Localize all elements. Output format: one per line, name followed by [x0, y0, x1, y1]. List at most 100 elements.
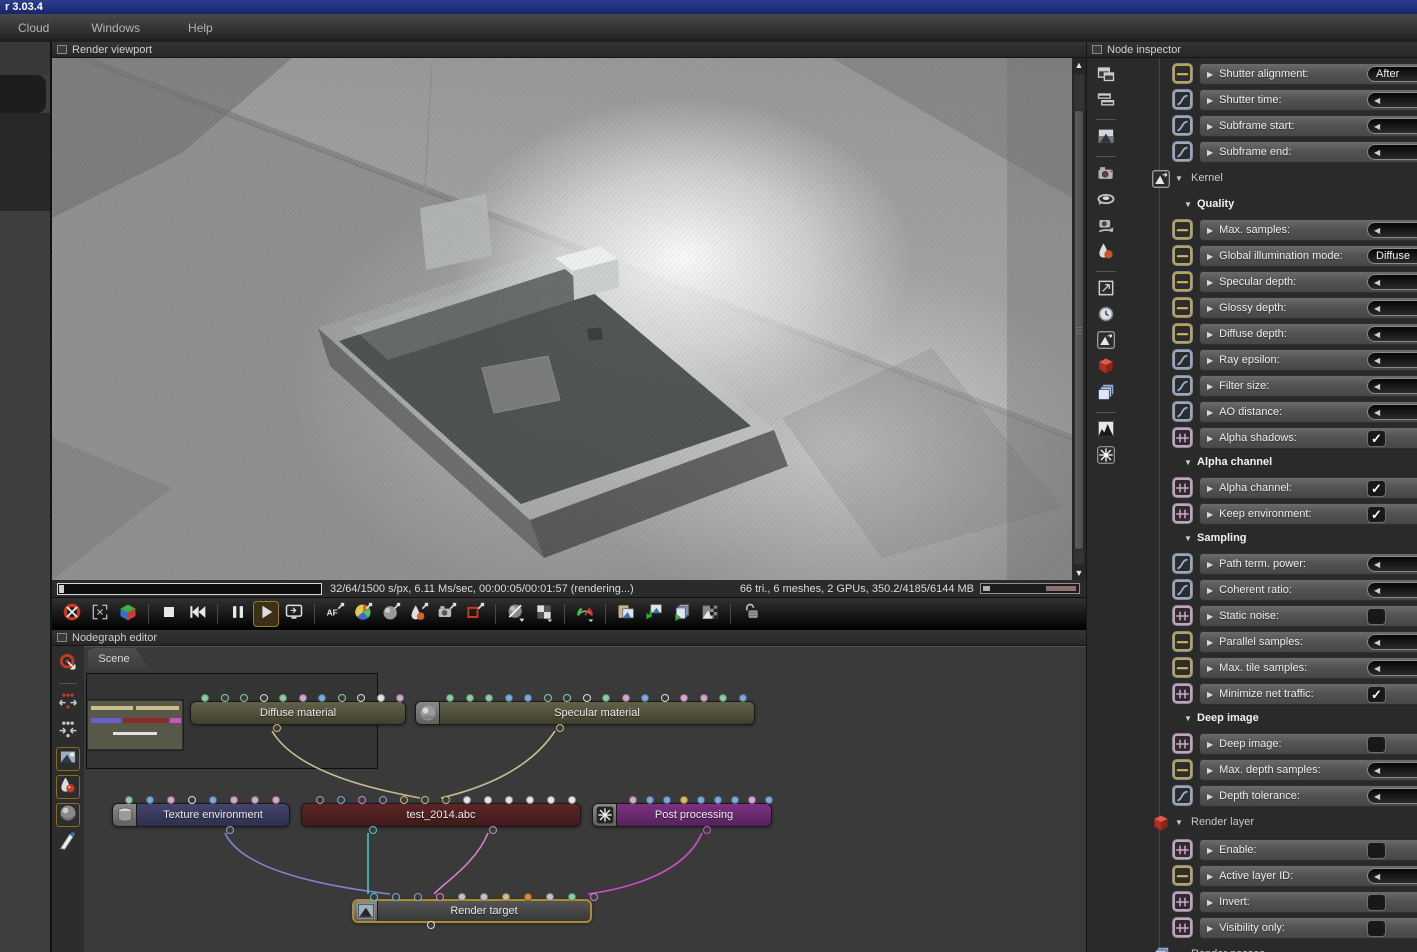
refresh-viewport-button[interactable] — [281, 601, 307, 627]
value-checkbox[interactable] — [1367, 608, 1386, 625]
node-input-pin[interactable] — [568, 796, 576, 804]
dock-icon[interactable] — [57, 633, 67, 642]
node-input-pin[interactable] — [316, 796, 324, 804]
node-output-pin[interactable] — [489, 826, 497, 834]
geometry-preview-button[interactable] — [115, 601, 141, 627]
value-dropdown[interactable]: Diffuse — [1367, 248, 1417, 264]
slider-decrement-icon[interactable]: ◀ — [1374, 96, 1380, 105]
render-target-node[interactable]: Render target — [352, 893, 598, 929]
white-balance-picker-button[interactable] — [350, 601, 376, 627]
param-bar[interactable]: ▶ Path term. power: ◀ — [1199, 553, 1417, 575]
int-type-icon[interactable] — [1173, 220, 1192, 239]
node-input-pin[interactable] — [731, 796, 739, 804]
node-input-pin[interactable] — [370, 893, 378, 901]
node-input-pin[interactable] — [660, 694, 669, 702]
node-input-pin[interactable] — [318, 694, 326, 702]
node-input-pin[interactable] — [358, 796, 366, 804]
menu-item-cloud[interactable]: Cloud — [8, 18, 59, 38]
param-bar[interactable]: ▶ Max. tile samples: ◀ — [1199, 657, 1417, 679]
value-checkbox[interactable] — [1367, 920, 1386, 937]
expander-icon[interactable]: ▶ — [1207, 252, 1213, 261]
save-render-passes-button[interactable] — [669, 601, 695, 627]
param-bar[interactable]: ▶ Subframe end: ◀ — [1199, 141, 1417, 163]
scrollbar-thumb[interactable] — [1074, 110, 1084, 550]
node-input-pin[interactable] — [146, 796, 154, 804]
slider-decrement-icon[interactable]: ◀ — [1374, 226, 1380, 235]
value-slider[interactable]: ◀ — [1367, 92, 1417, 108]
node-input-pin[interactable] — [392, 893, 400, 901]
node-input-pin[interactable] — [220, 694, 229, 702]
param-bar[interactable]: ▶ Alpha shadows: ✓ — [1199, 427, 1417, 449]
expander-icon[interactable]: ▶ — [1207, 148, 1213, 157]
node-input-pin[interactable] — [485, 694, 493, 702]
expander-icon[interactable]: ▶ — [1207, 70, 1213, 79]
param-bar[interactable]: ▶ Keep environment: ✓ — [1199, 503, 1417, 525]
expander-icon[interactable]: ▶ — [1207, 872, 1213, 881]
bool-type-icon[interactable] — [1173, 734, 1192, 753]
material-picker-button[interactable] — [378, 601, 404, 627]
expander-icon[interactable]: ▶ — [1207, 356, 1213, 365]
value-dropdown[interactable]: After — [1367, 66, 1417, 82]
node-input-pin[interactable] — [272, 796, 280, 804]
expander-icon[interactable]: ▶ — [1207, 434, 1213, 443]
slider-decrement-icon[interactable]: ◀ — [1374, 586, 1380, 595]
alpha-background-toggle-button[interactable] — [531, 601, 557, 627]
nodegraph-panel-header[interactable]: Nodegraph editor — [52, 630, 1086, 646]
int-type-icon[interactable] — [1173, 760, 1192, 779]
expander-icon[interactable]: ▶ — [1207, 510, 1213, 519]
cancel-render-button[interactable] — [59, 601, 85, 627]
value-slider[interactable]: ◀ — [1367, 326, 1417, 342]
menu-item-help[interactable]: Help — [178, 18, 223, 38]
param-bar[interactable]: ▶ Coherent ratio: ◀ — [1199, 579, 1417, 601]
node-input-pin[interactable] — [646, 796, 654, 804]
stop-render-button[interactable] — [156, 601, 182, 627]
section-render-layer[interactable]: ▼ Render layer — [1087, 809, 1417, 837]
value-slider[interactable]: ◀ — [1367, 118, 1417, 134]
param-bar[interactable]: ▶ Global illumination mode: Diffuse — [1199, 245, 1417, 267]
value-checkbox[interactable]: ✓ — [1367, 686, 1386, 703]
node-input-pin[interactable] — [719, 694, 727, 702]
collapse-arrow-icon[interactable]: ▼ — [1184, 534, 1192, 543]
render-viewport[interactable] — [52, 58, 1072, 580]
slider-decrement-icon[interactable]: ◀ — [1374, 664, 1380, 673]
expander-icon[interactable]: ▶ — [1207, 226, 1213, 235]
node-input-pin[interactable] — [524, 694, 532, 702]
node-input-pin[interactable] — [680, 796, 688, 804]
float-type-icon[interactable] — [1173, 350, 1192, 369]
node-input-pin[interactable] — [201, 694, 209, 702]
node-input-pin[interactable] — [396, 694, 404, 702]
expander-icon[interactable]: ▶ — [1207, 122, 1213, 131]
node-input-pin[interactable] — [582, 694, 591, 702]
section-render-passes[interactable]: ▼Render passes — [1087, 941, 1417, 952]
expander-icon[interactable]: ▶ — [1207, 484, 1213, 493]
collapse-nodes-button[interactable] — [56, 719, 80, 743]
value-slider[interactable]: ◀ — [1367, 274, 1417, 290]
node-input-pin[interactable] — [458, 893, 466, 901]
int-type-icon[interactable] — [1173, 324, 1192, 343]
int-type-icon[interactable] — [1173, 246, 1192, 265]
node-input-pin[interactable] — [230, 796, 238, 804]
value-slider[interactable]: ◀ — [1367, 144, 1417, 160]
param-bar[interactable]: ▶ Active layer ID: ◀ — [1199, 865, 1417, 887]
param-bar[interactable]: ▶ Ray epsilon: ◀ — [1199, 349, 1417, 371]
param-bar[interactable]: ▶ Shutter alignment: After — [1199, 63, 1417, 85]
node-input-pin[interactable] — [680, 694, 688, 702]
param-bar[interactable]: ▶ Specular depth: ◀ — [1199, 271, 1417, 293]
float-type-icon[interactable] — [1173, 116, 1192, 135]
node-input-pin[interactable] — [563, 694, 571, 702]
node-input-pin[interactable] — [505, 796, 513, 804]
expander-icon[interactable]: ▶ — [1207, 96, 1213, 105]
nav-target-button[interactable] — [56, 652, 80, 676]
restart-render-button[interactable] — [184, 601, 210, 627]
node-input-pin[interactable] — [465, 694, 474, 702]
param-bar[interactable]: ▶ AO distance: ◀ — [1199, 401, 1417, 423]
node-input-pin[interactable] — [400, 796, 408, 804]
node-output-pin[interactable] — [556, 724, 564, 732]
bool-type-icon[interactable] — [1173, 684, 1192, 703]
node-input-pin[interactable] — [526, 796, 534, 804]
collapse-arrow-icon[interactable]: ▼ — [1184, 714, 1192, 723]
sampling-gauge-button[interactable] — [572, 601, 598, 627]
bool-type-icon[interactable] — [1173, 918, 1192, 937]
value-checkbox[interactable] — [1367, 736, 1386, 753]
node-input-pin[interactable] — [442, 796, 450, 804]
